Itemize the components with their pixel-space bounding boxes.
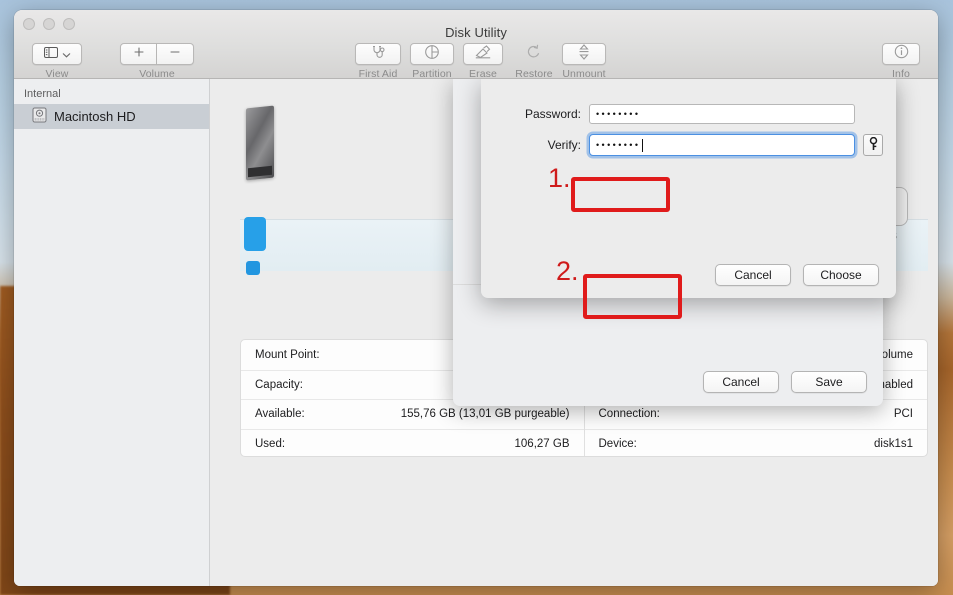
password-row: Password: •••••••• — [501, 104, 855, 124]
restore-icon — [526, 44, 542, 65]
sidebar-section-internal: Internal — [14, 85, 209, 104]
plus-icon — [133, 45, 145, 63]
password-sheet-actions: Cancel Choose — [715, 264, 879, 286]
password-assistant-button[interactable] — [863, 134, 883, 156]
window-title: Disk Utility — [14, 25, 938, 40]
erase-button[interactable] — [463, 43, 503, 65]
toolbar-group-erase: Erase — [463, 43, 503, 80]
table-row: Used: 106,27 GB — [241, 429, 584, 458]
choose-button[interactable]: Choose — [803, 264, 879, 286]
toolbar-group-volume: Volume — [120, 43, 194, 80]
password-label: Password: — [501, 107, 581, 121]
volume-hero-image — [246, 106, 274, 181]
info-label: Device: — [599, 438, 637, 450]
stethoscope-icon — [371, 45, 386, 64]
password-input[interactable]: •••••••• — [589, 104, 855, 124]
sidebar: Internal Macintosh HD — [14, 79, 210, 586]
info-label: Capacity: — [255, 379, 303, 391]
info-label: Used: — [255, 438, 285, 450]
disk-utility-window: Disk Utility — [14, 10, 938, 586]
verify-input[interactable]: •••••••• — [589, 134, 855, 156]
info-value: PCI — [894, 408, 913, 420]
toolbar-group-first-aid: First Aid — [355, 43, 401, 80]
info-button[interactable] — [882, 43, 920, 65]
info-circle-icon — [894, 44, 909, 64]
info-value: 106,27 GB — [515, 438, 570, 450]
erase-icon — [475, 45, 491, 64]
add-volume-button[interactable] — [120, 43, 157, 65]
chevron-down-icon — [62, 45, 71, 63]
sidebar-item-label: Macintosh HD — [54, 109, 136, 124]
info-value: 155,76 GB (13,01 GB purgeable) — [401, 408, 570, 420]
encryption-password-sheet: Password: •••••••• Verify: •••••••• — [481, 79, 896, 298]
info-label: Mount Point: — [255, 349, 320, 361]
text-caret — [642, 139, 643, 152]
verify-row: Verify: •••••••• — [501, 134, 883, 156]
eject-icon — [578, 44, 590, 65]
table-row: Device: disk1s1 — [585, 429, 928, 458]
usage-legend-dot-used — [246, 261, 260, 275]
toolbar-group-info: Info — [882, 43, 920, 80]
toolbar-group-partition: Partition — [410, 43, 454, 80]
info-label: Connection: — [599, 408, 660, 420]
first-aid-button[interactable] — [355, 43, 401, 65]
password-cancel-button[interactable]: Cancel — [715, 264, 791, 286]
save-cancel-button[interactable]: Cancel — [703, 371, 779, 393]
hard-drive-icon — [32, 107, 47, 126]
toolbar: View Volume — [14, 43, 938, 79]
save-sheet-actions: Cancel Save — [703, 371, 867, 393]
window-titlebar: Disk Utility — [14, 10, 938, 79]
key-icon — [868, 137, 879, 154]
sidebar-item-macintosh-hd[interactable]: Macintosh HD — [14, 104, 209, 129]
toolbar-group-unmount: Unmount — [562, 43, 606, 80]
verify-value: •••••••• — [596, 140, 640, 150]
view-button[interactable] — [32, 43, 82, 65]
minus-icon — [169, 45, 181, 63]
info-value: disk1s1 — [874, 438, 913, 450]
annotation-step-2-number: 2. — [556, 258, 579, 285]
volume-detail-pane: Free 142,75 GB 250,79 GB SHARED BY 4 VOL… — [210, 79, 938, 586]
pie-chart-icon — [424, 44, 440, 65]
partition-button[interactable] — [410, 43, 454, 65]
verify-label: Verify: — [501, 138, 581, 152]
toolbar-group-restore: Restore — [511, 43, 557, 80]
usage-segment-used[interactable] — [244, 217, 266, 251]
save-button[interactable]: Save — [791, 371, 867, 393]
restore-button[interactable] — [511, 43, 557, 65]
annotation-step-1-number: 1. — [548, 165, 571, 192]
window-body: Internal Macintosh HD — [14, 79, 938, 586]
sidebar-icon — [44, 45, 58, 63]
toolbar-group-view: View — [32, 43, 82, 80]
remove-volume-button[interactable] — [157, 43, 194, 65]
info-label: Available: — [255, 408, 305, 420]
unmount-button[interactable] — [562, 43, 606, 65]
